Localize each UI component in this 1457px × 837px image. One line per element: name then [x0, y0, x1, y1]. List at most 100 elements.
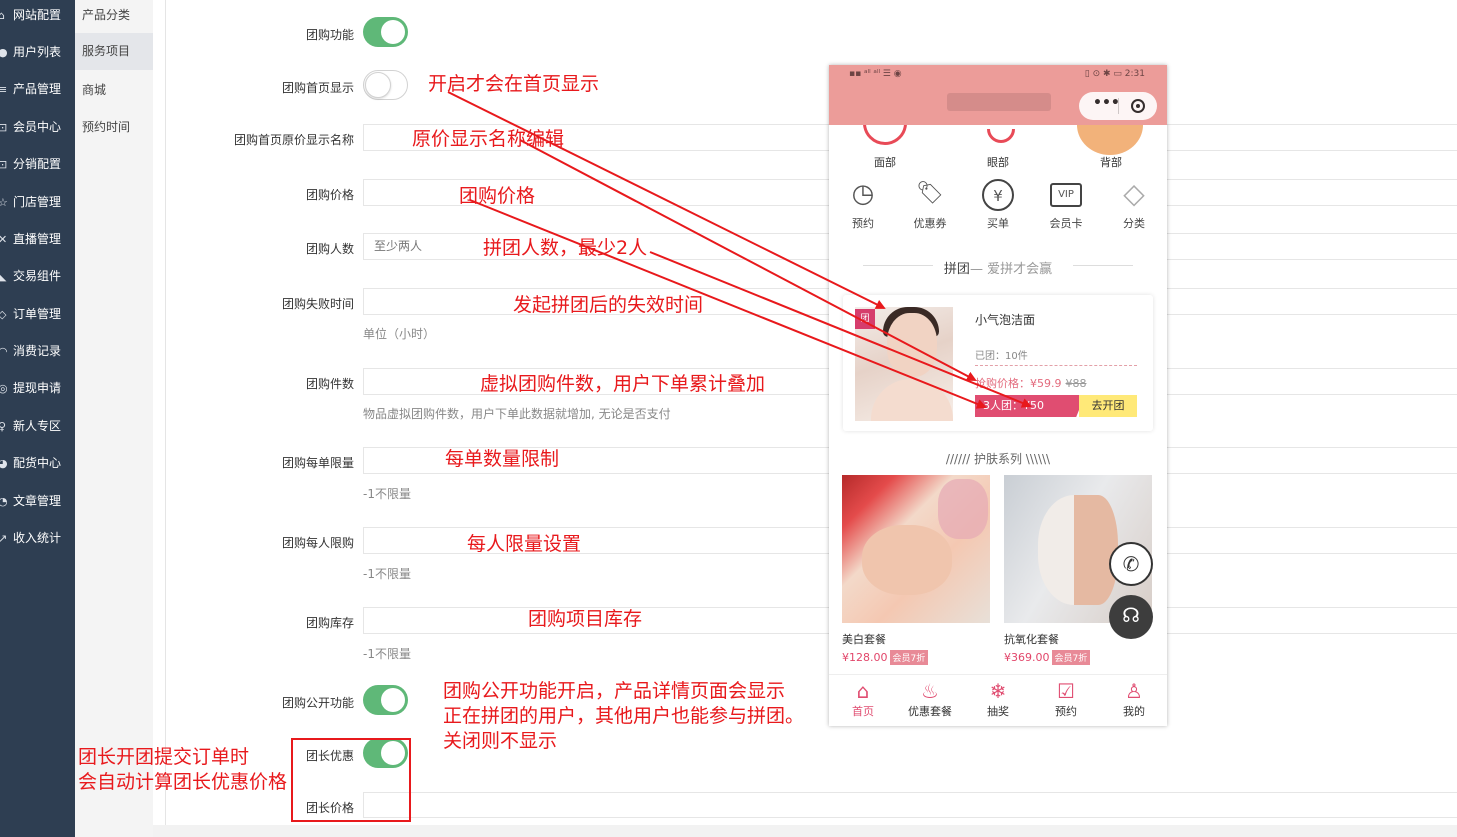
sidebar-item-users[interactable]: ● 用户列表 — [0, 41, 75, 63]
pie-icon: ◕ — [0, 457, 8, 470]
sidebar-item-label: 直播管理 — [13, 232, 62, 246]
user-icon: ● — [0, 46, 8, 59]
sidebar-item-members[interactable]: ⊡ 会员中心 — [0, 116, 75, 138]
home-icon: ⌂ — [856, 679, 870, 703]
bottom-bar — [153, 825, 1457, 837]
per-order-label: 团购每单限量 — [281, 456, 354, 470]
group-product-card[interactable]: 团 小气泡洁面 已团：10件 抢购价格：¥59.9 ¥88 3人团：¥50 去开团 — [843, 295, 1153, 431]
public-label: 团购公开功能 — [281, 696, 354, 710]
broadcast-icon: ✕ — [0, 233, 8, 246]
product-whitening[interactable]: 美白套餐 ¥128.00 会员7折 — [842, 475, 990, 665]
skin-section-title: ////// 护肤系列 \\\\\\ — [945, 452, 1051, 466]
icon-coupon[interactable]: 🏷 优惠券 — [900, 179, 960, 231]
withdraw-icon: ◎ — [0, 382, 8, 395]
clock-icon: ◷ — [851, 179, 875, 209]
homepage-show-switch[interactable] — [363, 70, 408, 100]
group-buy-switch[interactable] — [363, 17, 408, 47]
annotation-per-order: 每单数量限制 — [445, 448, 560, 470]
sidebar-item-label: 文章管理 — [13, 494, 62, 508]
annotation-public-2: 正在拼团的用户，其他用户也能参与拼团。 — [443, 705, 805, 727]
homepage-show-label: 团购首页显示 — [281, 81, 354, 95]
subnav-item-services[interactable]: 服务项目 — [75, 33, 153, 70]
icon-category[interactable]: ◇ 分类 — [1104, 179, 1164, 231]
sidebar-item-income[interactable]: ↗ 收入统计 — [0, 527, 75, 549]
per-person-hint: -1不限量 — [363, 567, 411, 581]
annotation-leader-2: 会自动计算团长优惠价格 — [78, 771, 288, 793]
start-group-button[interactable]: 去开团 — [1079, 395, 1137, 417]
sidebar-item-trade[interactable]: ◣ 交易组件 — [0, 265, 75, 287]
sidebar-item-consumption[interactable]: ◠ 消费记录 — [0, 340, 75, 362]
sidebar-item-articles[interactable]: ◔ 文章管理 — [0, 490, 75, 512]
tab-label: 首页 — [852, 705, 874, 718]
divider — [165, 0, 166, 825]
stock-label: 团购库存 — [305, 616, 354, 630]
product-price: ¥369.00 会员7折 — [1004, 650, 1152, 665]
subnav-item-mall[interactable]: 商城 — [75, 79, 153, 116]
icon-booking[interactable]: ◷ 预约 — [833, 179, 893, 231]
blurred-title — [947, 93, 1051, 111]
tab-home[interactable]: ⌂ 首页 — [833, 679, 893, 719]
sidebar-item-withdraw[interactable]: ◎ 提现申请 — [0, 377, 75, 399]
switch-knob — [365, 72, 391, 98]
sidebar-item-label: 订单管理 — [13, 307, 62, 321]
star-icon: ☆ — [0, 196, 8, 209]
list-icon: ≡ — [0, 83, 8, 96]
tab-mine[interactable]: ♙ 我的 — [1104, 679, 1164, 719]
icon-label: 分类 — [1123, 217, 1145, 230]
group-title-text: 拼团 — [943, 262, 970, 277]
member-badge: 会员7折 — [1051, 650, 1091, 665]
sidebar-item-label: 会员中心 — [13, 120, 62, 134]
group-subtitle-text: — 爱拼才会赢 — [969, 262, 1053, 277]
yen-icon: ¥ — [982, 179, 1014, 211]
annotation-count: 虚拟团购件数，用户下单累计叠加 — [480, 373, 766, 395]
icon-pay[interactable]: ¥ 买单 — [968, 179, 1028, 231]
product-price: ¥128.00 会员7折 — [842, 650, 990, 665]
home-icon: ⌂ — [0, 9, 5, 22]
group-price-button[interactable]: 3人团：¥50 — [975, 395, 1085, 417]
sidebar-item-products[interactable]: ≡ 产品管理 — [0, 78, 75, 100]
tab-packages[interactable]: ♨ 优惠套餐 — [900, 679, 960, 719]
tab-booking[interactable]: ☑ 预约 — [1036, 679, 1096, 719]
icon-vip-card[interactable]: VIP 会员卡 — [1036, 179, 1096, 231]
subnav-item-booking-time[interactable]: 预约时间 — [75, 116, 153, 153]
sidebar-item-label: 门店管理 — [13, 195, 62, 209]
sidebar-item-distribution[interactable]: ⊡ 分销配置 — [0, 153, 75, 175]
icon-label: 预约 — [852, 217, 874, 230]
phone-call-icon[interactable]: ✆ — [1109, 542, 1153, 586]
sidebar-item-orders[interactable]: ◇ 订单管理 — [0, 303, 75, 325]
coupon-icon: 🏷 — [916, 181, 944, 206]
category-eye[interactable]: 眼部 — [987, 154, 1009, 170]
chart-icon: ↗ — [0, 532, 8, 545]
sidebar-item-newcomer[interactable]: ♀ 新人专区 — [0, 415, 75, 437]
category-face[interactable]: 面部 — [874, 154, 896, 170]
leader-price-input[interactable] — [363, 792, 1457, 818]
sidebar-item-stores[interactable]: ☆ 门店管理 — [0, 191, 75, 213]
person-icon: ♙ — [1125, 679, 1143, 703]
tab-label: 优惠套餐 — [908, 705, 952, 718]
annotation-homepage: 开启才会在首页显示 — [428, 73, 600, 95]
sidebar-item-live[interactable]: ✕ 直播管理 — [0, 228, 75, 250]
customer-service-icon[interactable]: ☊ — [1109, 595, 1153, 639]
sidebar-item-label: 消费记录 — [13, 344, 62, 358]
gift-icon: ♀ — [0, 420, 7, 433]
calendar-icon: ☑ — [1057, 679, 1075, 703]
more-icon: ••• — [1093, 95, 1120, 111]
tab-label: 预约 — [1055, 705, 1077, 718]
phone-header: ▪▪ ᵃˡˡ ᵃˡˡ ☰ ◉ ▯ ⊙ ✱ ▭ 2:31 ••• — [829, 65, 1167, 125]
price-label: 团购价格 — [305, 188, 354, 202]
sidebar-item-delivery[interactable]: ◕ 配货中心 — [0, 452, 75, 474]
per-order-hint: -1不限量 — [363, 487, 411, 501]
whitening-photo — [842, 475, 990, 623]
public-switch[interactable] — [363, 685, 408, 715]
price-text: ¥369.00 — [1004, 651, 1050, 664]
category-back[interactable]: 背部 — [1100, 154, 1122, 170]
count-label: 团购件数 — [305, 377, 354, 391]
package-icon: ♨ — [921, 679, 939, 703]
sidebar-item-site-config[interactable]: ⌂ 网站配置 — [0, 4, 75, 26]
miniapp-capsule[interactable]: ••• — [1079, 92, 1157, 120]
tab-bar: ⌂ 首页 ♨ 优惠套餐 ❄ 抽奖 ☑ 预约 ♙ 我的 — [829, 674, 1167, 726]
tab-lottery[interactable]: ❄ 抽奖 — [968, 679, 1028, 719]
photo-face — [887, 313, 937, 377]
sidebar: ⌂ 网站配置 ● 用户列表 ≡ 产品管理 ⊡ 会员中心 ⊡ 分销配置 ☆ 门店管理 ✕ 直播管… — [0, 0, 75, 837]
lottery-icon: ❄ — [989, 679, 1007, 703]
